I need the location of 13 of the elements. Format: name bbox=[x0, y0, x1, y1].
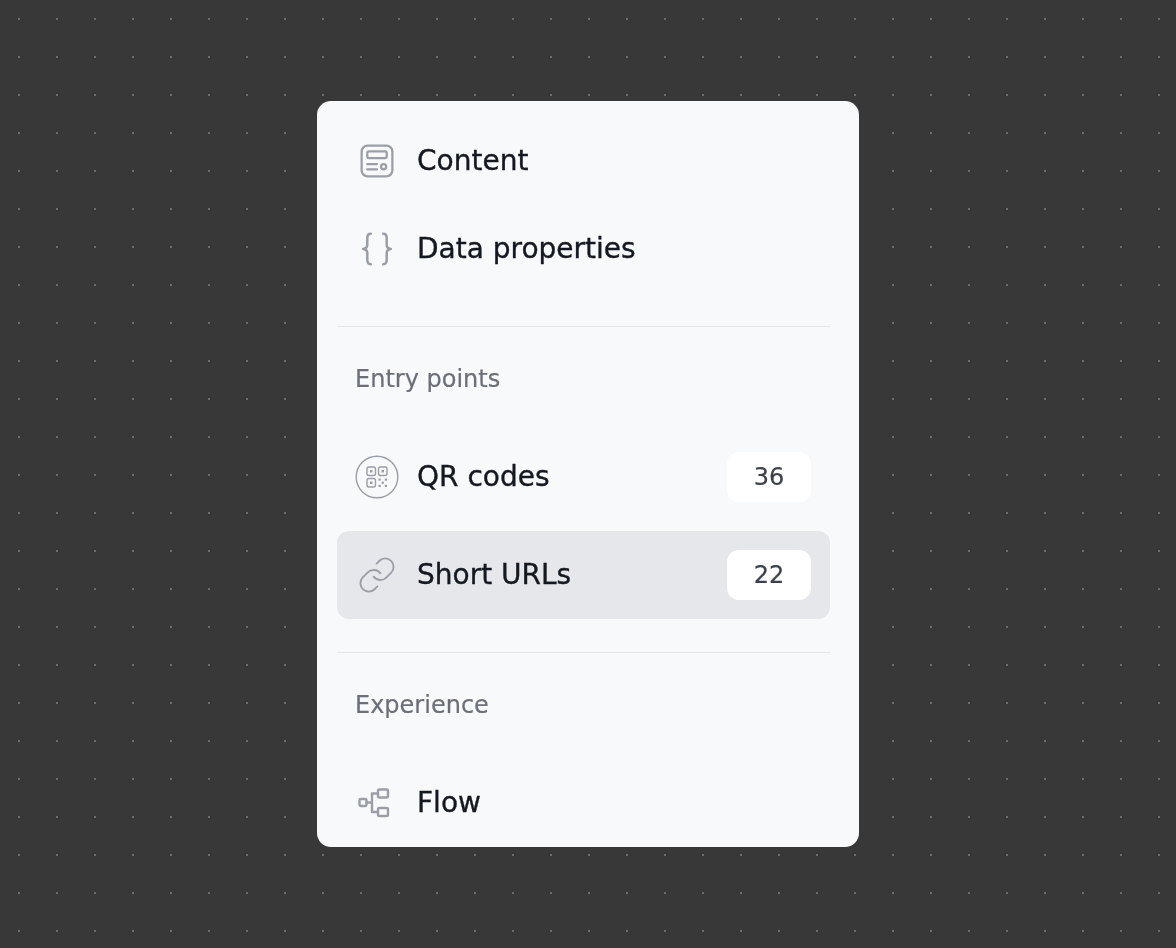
sidebar-item[interactable]: Flow bbox=[337, 759, 830, 847]
section-heading: Experience bbox=[354, 690, 490, 721]
section-heading: Entry points bbox=[354, 364, 502, 395]
card-layout-icon bbox=[359, 143, 395, 179]
sidebar-item[interactable]: Short URLs 22 bbox=[337, 531, 830, 619]
link-icon bbox=[357, 555, 397, 595]
sidebar-item[interactable]: Data properties bbox=[337, 205, 830, 293]
sidebar-item[interactable]: Content bbox=[337, 117, 830, 205]
sidebar-item[interactable]: QR codes 36 bbox=[337, 433, 830, 521]
qr-code-icon bbox=[355, 455, 399, 499]
count-badge: 36 bbox=[727, 452, 811, 502]
count-badge: 22 bbox=[727, 550, 811, 600]
braces-icon bbox=[360, 231, 394, 267]
